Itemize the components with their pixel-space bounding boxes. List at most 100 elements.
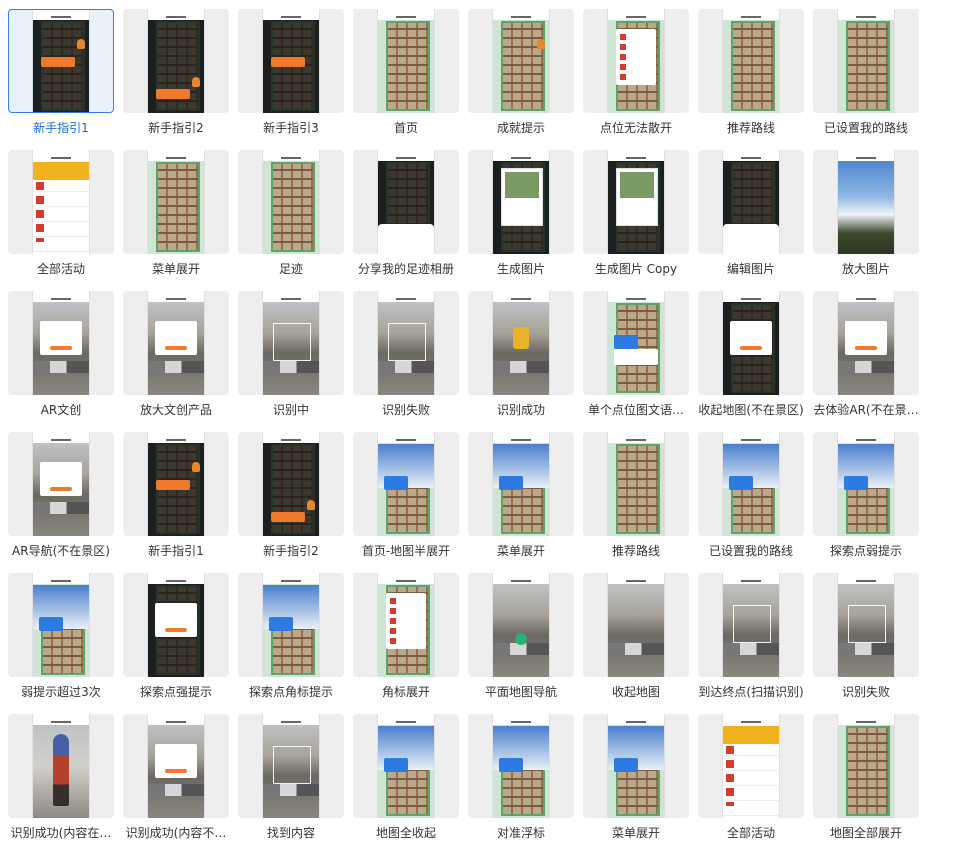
artboard-item[interactable]: 角标展开 <box>353 573 467 714</box>
artboard-label[interactable]: 识别成功(内容在… <box>4 824 118 841</box>
artboard-label[interactable]: 新手指引1 <box>4 119 118 136</box>
artboard-item[interactable]: 到达终点(扫描识别) <box>698 573 812 714</box>
artboard-thumbnail-frame[interactable] <box>698 9 804 113</box>
artboard-thumbnail-frame[interactable] <box>123 714 229 818</box>
artboard-item[interactable]: 新手指引1 <box>8 9 122 150</box>
artboard-thumbnail-frame[interactable] <box>583 573 689 677</box>
artboard-item[interactable]: 菜单展开 <box>468 432 582 573</box>
artboard-label[interactable]: 探索点角标提示 <box>234 683 348 700</box>
artboard-item[interactable]: 菜单展开 <box>123 150 237 291</box>
artboard-thumbnail-frame[interactable] <box>238 432 344 536</box>
artboard-label[interactable]: 识别中 <box>234 401 348 418</box>
artboard-item[interactable]: 推荐路线 <box>583 432 697 573</box>
artboard-thumbnail-frame[interactable] <box>583 9 689 113</box>
artboard-item[interactable]: 全部活动 <box>698 714 812 855</box>
artboard-item[interactable]: 生成图片 <box>468 150 582 291</box>
artboard-thumbnail-frame[interactable] <box>813 573 919 677</box>
artboard-label[interactable]: 地图全部展开 <box>809 824 923 841</box>
artboard-label[interactable]: 探索点弱提示 <box>809 542 923 559</box>
artboard-item[interactable]: 识别失败 <box>353 291 467 432</box>
artboard-label[interactable]: 生成图片 <box>464 260 578 277</box>
artboard-label[interactable]: 单个点位图文语… <box>579 401 693 418</box>
artboard-item[interactable]: 找到内容 <box>238 714 352 855</box>
artboard-label[interactable]: 找到内容 <box>234 824 348 841</box>
artboard-thumbnail-frame[interactable] <box>353 150 459 254</box>
artboard-label[interactable]: 识别成功 <box>464 401 578 418</box>
artboard-thumbnail-frame[interactable] <box>238 291 344 395</box>
artboard-item[interactable]: AR导航(不在景区) <box>8 432 122 573</box>
artboard-thumbnail-frame[interactable] <box>123 291 229 395</box>
artboard-thumbnail-frame[interactable] <box>238 9 344 113</box>
artboard-thumbnail-frame[interactable] <box>8 291 114 395</box>
artboard-item[interactable]: 已设置我的路线 <box>698 432 812 573</box>
artboard-thumbnail-frame[interactable] <box>238 714 344 818</box>
artboard-label[interactable]: 收起地图 <box>579 683 693 700</box>
artboard-item[interactable]: 对准浮标 <box>468 714 582 855</box>
artboard-item[interactable]: 放大图片 <box>813 150 927 291</box>
artboard-item[interactable]: 编辑图片 <box>698 150 812 291</box>
artboard-item[interactable]: 识别成功 <box>468 291 582 432</box>
artboard-thumbnail-frame[interactable] <box>468 714 574 818</box>
artboard-label[interactable]: 识别失败 <box>809 683 923 700</box>
artboard-thumbnail-frame[interactable] <box>8 150 114 254</box>
artboard-item[interactable]: 识别失败 <box>813 573 927 714</box>
artboard-label[interactable]: 已设置我的路线 <box>694 542 808 559</box>
artboard-item[interactable]: 弱提示超过3次 <box>8 573 122 714</box>
artboard-thumbnail-frame[interactable] <box>8 714 114 818</box>
artboard-thumbnail-frame[interactable] <box>698 291 804 395</box>
artboard-thumbnail-frame[interactable] <box>8 573 114 677</box>
artboard-label[interactable]: 新手指引1 <box>119 542 233 559</box>
artboard-thumbnail-frame[interactable] <box>123 432 229 536</box>
artboard-label[interactable]: 菜单展开 <box>464 542 578 559</box>
artboard-item[interactable]: 单个点位图文语… <box>583 291 697 432</box>
artboard-label[interactable]: 首页-地图半展开 <box>349 542 463 559</box>
artboard-thumbnail-frame[interactable] <box>353 573 459 677</box>
artboard-label[interactable]: 角标展开 <box>349 683 463 700</box>
artboard-label[interactable]: AR文创 <box>4 401 118 418</box>
artboard-item[interactable]: 全部活动 <box>8 150 122 291</box>
artboard-thumbnail-frame[interactable] <box>813 291 919 395</box>
artboard-label[interactable]: 新手指引2 <box>234 542 348 559</box>
artboard-thumbnail-frame[interactable] <box>468 432 574 536</box>
artboard-thumbnail-frame[interactable] <box>813 9 919 113</box>
artboard-label[interactable]: 足迹 <box>234 260 348 277</box>
artboard-item[interactable]: 菜单展开 <box>583 714 697 855</box>
artboard-item[interactable]: 已设置我的路线 <box>813 9 927 150</box>
artboard-item[interactable]: 探索点弱提示 <box>813 432 927 573</box>
artboard-thumbnail-frame[interactable] <box>583 291 689 395</box>
artboard-item[interactable]: 新手指引2 <box>123 9 237 150</box>
artboard-label[interactable]: 已设置我的路线 <box>809 119 923 136</box>
artboard-item[interactable]: 推荐路线 <box>698 9 812 150</box>
artboard-thumbnail-frame[interactable] <box>353 9 459 113</box>
artboard-item[interactable]: 新手指引3 <box>238 9 352 150</box>
artboard-label[interactable]: 识别失败 <box>349 401 463 418</box>
artboard-item[interactable]: 分享我的足迹相册 <box>353 150 467 291</box>
artboard-item[interactable]: 去体验AR(不在景… <box>813 291 927 432</box>
artboard-thumbnail-frame[interactable] <box>813 432 919 536</box>
artboard-item[interactable]: 识别成功(内容在… <box>8 714 122 855</box>
artboard-thumbnail-frame[interactable] <box>583 432 689 536</box>
artboard-item[interactable]: 放大文创产品 <box>123 291 237 432</box>
artboard-label[interactable]: 弱提示超过3次 <box>4 683 118 700</box>
artboard-thumbnail-frame[interactable] <box>353 291 459 395</box>
artboard-thumbnail-frame[interactable] <box>468 291 574 395</box>
artboard-label[interactable]: 全部活动 <box>4 260 118 277</box>
artboard-thumbnail-frame[interactable] <box>123 573 229 677</box>
artboard-label[interactable]: 到达终点(扫描识别) <box>694 683 808 700</box>
artboard-label[interactable]: 分享我的足迹相册 <box>349 260 463 277</box>
artboard-label[interactable]: 新手指引2 <box>119 119 233 136</box>
artboard-item[interactable]: 地图全部展开 <box>813 714 927 855</box>
artboard-thumbnail-frame[interactable] <box>353 714 459 818</box>
artboard-label[interactable]: AR导航(不在景区) <box>4 542 118 559</box>
artboard-label[interactable]: 放大文创产品 <box>119 401 233 418</box>
artboard-item[interactable]: 探索点强提示 <box>123 573 237 714</box>
artboard-thumbnail-frame[interactable] <box>238 573 344 677</box>
artboard-item[interactable]: 收起地图(不在景区) <box>698 291 812 432</box>
artboard-label[interactable]: 对准浮标 <box>464 824 578 841</box>
artboard-thumbnail-frame[interactable] <box>698 150 804 254</box>
artboard-item[interactable]: 收起地图 <box>583 573 697 714</box>
artboard-label[interactable]: 识别成功(内容不… <box>119 824 233 841</box>
artboard-label[interactable]: 编辑图片 <box>694 260 808 277</box>
artboard-item[interactable]: AR文创 <box>8 291 122 432</box>
artboard-label[interactable]: 推荐路线 <box>579 542 693 559</box>
